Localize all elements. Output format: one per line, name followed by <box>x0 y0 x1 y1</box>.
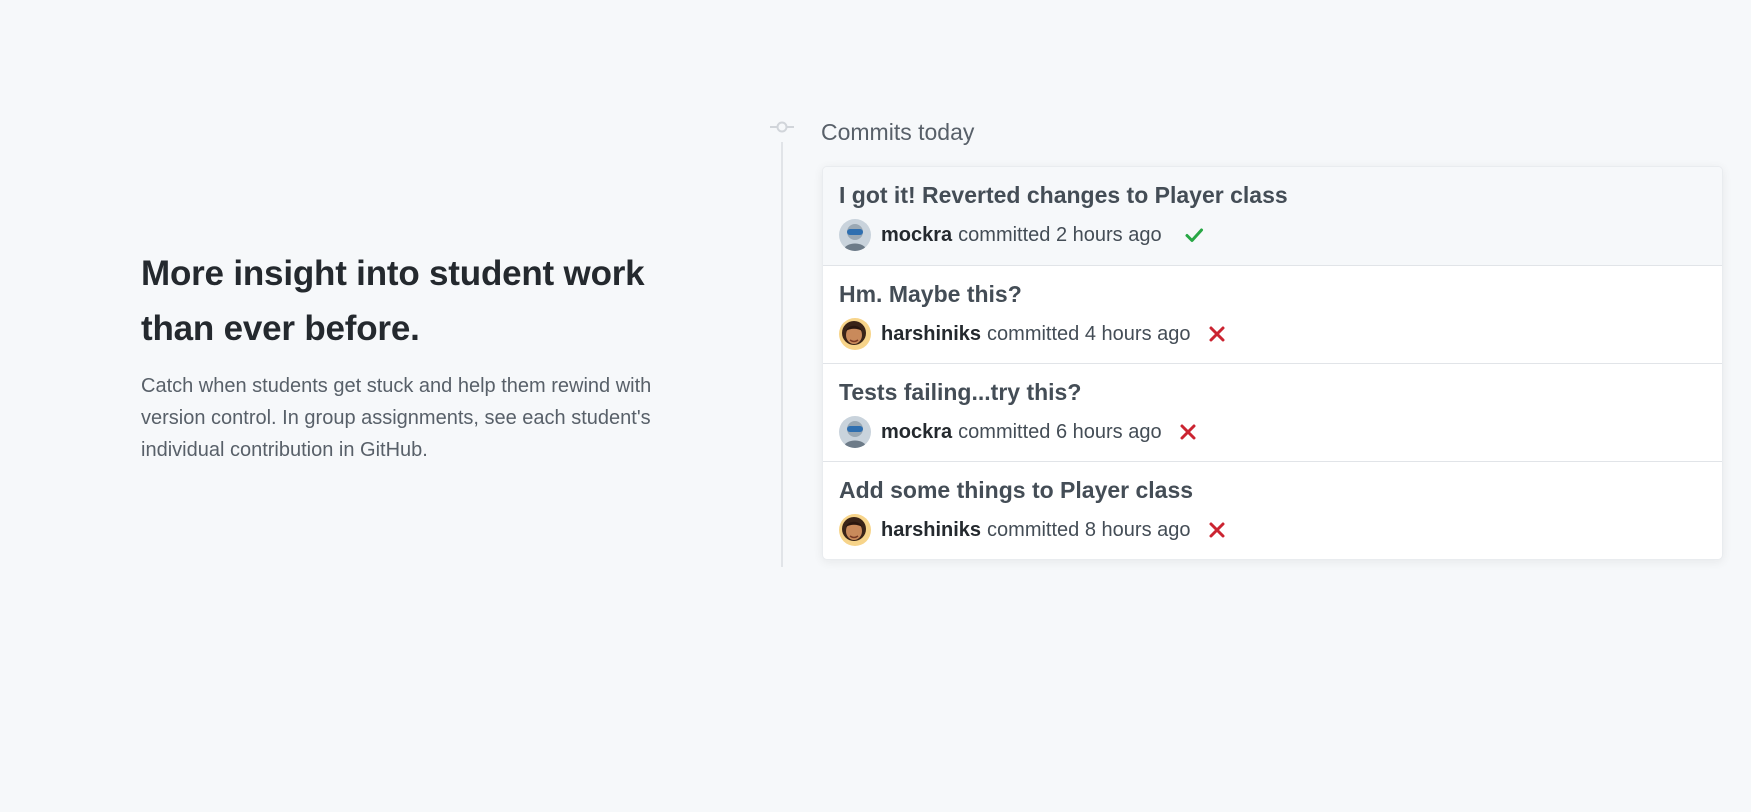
commit-meta: harshiniks committed 8 hours ago <box>839 513 1722 547</box>
commit-list: I got it! Reverted changes to Player cla… <box>822 166 1723 560</box>
timeline-title: Commits today <box>821 119 975 145</box>
commit-item[interactable]: Add some things to Player class harshini… <box>823 461 1722 559</box>
commit-item[interactable]: Hm. Maybe this? harshiniks committed 4 h… <box>823 265 1722 363</box>
commit-time: 2 hours ago <box>1055 223 1162 246</box>
commit-action: committed <box>987 322 1080 345</box>
intro-section: More insight into student work than ever… <box>141 246 681 466</box>
commit-author[interactable]: mockra <box>881 421 952 444</box>
avatar-harshiniks[interactable] <box>839 318 871 350</box>
commit-action: committed <box>987 518 1080 541</box>
x-icon <box>1205 518 1229 542</box>
commit-item[interactable]: I got it! Reverted changes to Player cla… <box>823 167 1722 265</box>
commit-item[interactable]: Tests failing...try this? mockra committ… <box>823 363 1722 461</box>
commit-meta: mockra committed 2 hours ago <box>839 218 1722 252</box>
commit-action: committed <box>958 420 1051 443</box>
commit-action: committed <box>958 223 1051 246</box>
commits-timeline: Commits today I got it! Reverted changes… <box>770 112 1723 567</box>
commit-time: 4 hours ago <box>1084 322 1191 345</box>
timeline-line <box>781 142 783 567</box>
avatar-mockra[interactable] <box>839 416 871 448</box>
commit-meta: mockra committed 6 hours ago <box>839 415 1722 449</box>
x-icon <box>1205 322 1229 346</box>
commit-message[interactable]: I got it! Reverted changes to Player cla… <box>839 180 1722 210</box>
commit-message[interactable]: Hm. Maybe this? <box>839 279 1722 309</box>
git-commit-icon <box>770 121 794 133</box>
avatar-harshiniks[interactable] <box>839 514 871 546</box>
avatar-mockra[interactable] <box>839 219 871 251</box>
commit-author[interactable]: harshiniks <box>881 519 981 542</box>
commit-time: 8 hours ago <box>1084 518 1191 541</box>
x-icon <box>1176 420 1200 444</box>
commit-time: 6 hours ago <box>1055 420 1162 443</box>
commit-meta: harshiniks committed 4 hours ago <box>839 317 1722 351</box>
check-icon <box>1182 223 1206 247</box>
commit-author[interactable]: harshiniks <box>881 323 981 346</box>
commit-message[interactable]: Tests failing...try this? <box>839 377 1722 407</box>
intro-heading: More insight into student work than ever… <box>141 254 645 348</box>
commit-author[interactable]: mockra <box>881 224 952 247</box>
commit-message[interactable]: Add some things to Player class <box>839 475 1722 505</box>
intro-description: Catch when students get stuck and help t… <box>141 375 652 461</box>
